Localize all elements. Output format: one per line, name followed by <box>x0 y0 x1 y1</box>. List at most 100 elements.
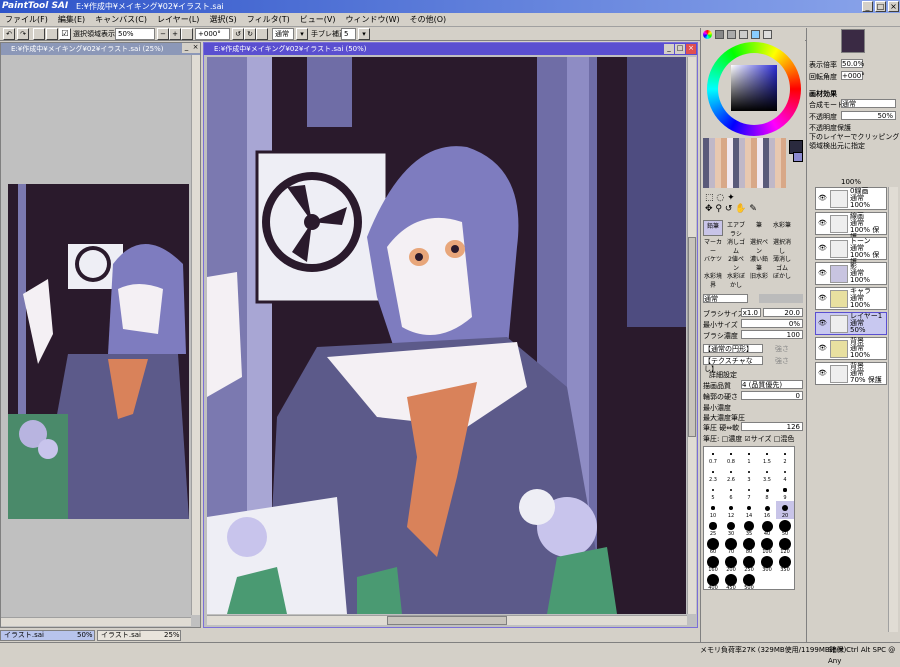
left-minimize-button[interactable]: _ <box>182 43 191 53</box>
layer-folder[interactable]: 👁 キャラ 通常 100% <box>815 287 887 310</box>
brush-size-cell[interactable]: 100 <box>758 537 776 555</box>
zoom-icon[interactable]: ⚲ <box>715 204 722 214</box>
brush-size-cell[interactable]: 350 <box>776 555 794 573</box>
brush-size-cell[interactable]: 20 <box>776 501 794 519</box>
menu-layer[interactable]: レイヤー(L) <box>152 13 204 27</box>
brush-size-cell[interactable]: 60 <box>704 537 722 555</box>
main-maximize-button[interactable]: □ <box>675 44 685 54</box>
layer-item[interactable]: 👁線画通常100% 保護 <box>815 212 887 241</box>
brush-size-cell[interactable]: 12 <box>722 501 740 519</box>
magic-wand-icon[interactable]: ✦ <box>727 193 735 203</box>
tool-airbrush[interactable]: エアブラシ <box>726 220 746 238</box>
doc-tab-active[interactable]: イラスト.sai 50% <box>0 630 95 641</box>
zoom-out-icon[interactable]: − <box>157 28 169 40</box>
zoom-in-icon[interactable]: + <box>169 28 181 40</box>
brush-size-cell[interactable]: 7 <box>740 483 758 501</box>
blend-mode-select[interactable]: 通常 <box>272 28 294 40</box>
menu-other[interactable]: その他(O) <box>405 13 452 27</box>
selection-checkbox[interactable]: ☑ <box>59 28 71 40</box>
tool-select-eraser[interactable]: 選択消し <box>772 237 792 255</box>
hand-icon[interactable]: ✋ <box>735 204 746 214</box>
main-vertical-scrollbar[interactable] <box>687 57 696 614</box>
brush-size-cell[interactable]: 2.6 <box>722 465 740 483</box>
menu-select[interactable]: 選択(S) <box>204 13 241 27</box>
eye-icon[interactable]: 👁 <box>818 369 828 377</box>
rect-select-icon[interactable]: ⬚ <box>705 193 714 203</box>
brush-size-cell[interactable]: 35 <box>740 519 758 537</box>
stabilizer-field[interactable]: 5 <box>341 28 356 40</box>
menu-view[interactable]: ビュー(V) <box>295 13 341 27</box>
min-size-field[interactable]: 0% <box>741 319 803 328</box>
layer-item[interactable]: 👁 0線画 通常 100% <box>815 187 887 210</box>
tool-select-pen[interactable]: 選択ペン <box>749 237 769 255</box>
main-canvas[interactable] <box>207 57 686 614</box>
color-wheel-tab-icon[interactable] <box>703 30 712 39</box>
hsv-tab-icon[interactable] <box>727 30 736 39</box>
brush-size-cell[interactable]: 500 <box>740 573 758 591</box>
effect-label[interactable]: 画材効果 <box>809 89 837 99</box>
rotate-right-icon[interactable]: ↻ <box>244 28 256 40</box>
deselect-icon[interactable] <box>33 28 45 40</box>
tool-blur[interactable]: ぼかし <box>772 271 792 287</box>
tool-watercolor-edge[interactable]: 水彩境界 <box>703 271 723 289</box>
eye-icon[interactable]: 👁 <box>818 194 828 202</box>
layer-folder[interactable]: 👁 背景 通常 100% <box>815 337 887 360</box>
minimize-button[interactable]: _ <box>862 1 873 12</box>
tool-old-watercolor[interactable]: 旧水彩 <box>749 271 769 287</box>
brush-size-grid[interactable]: 0.7 0.8 1 1.5 2 2.3 2.6 3 3.5 4 5 6 7 8 9 10 12 14 16 20 25 3… <box>703 446 795 591</box>
brush-mode-select[interactable]: 通常 <box>703 294 748 303</box>
eye-icon[interactable]: 👁 <box>818 319 828 327</box>
close-button[interactable]: × <box>888 1 899 12</box>
layer-item[interactable]: 👁 背景 通常 70% 保護 <box>815 362 887 385</box>
brush-size-cell[interactable]: 25 <box>704 519 722 537</box>
brush-size-cell[interactable]: 70 <box>722 537 740 555</box>
palette-tab-icon[interactable] <box>739 30 748 39</box>
tool-watercolor-blur[interactable]: 水彩ぼかし <box>726 271 746 289</box>
brush-size-cell[interactable]: 0.8 <box>722 447 740 465</box>
brush-size-cell[interactable]: 160 <box>704 555 722 573</box>
chevron-down-icon[interactable]: ▾ <box>296 28 308 40</box>
doc-tab[interactable]: イラスト.sai 25% <box>97 630 181 641</box>
brush-size-cell[interactable]: 30 <box>722 519 740 537</box>
brush-shape-select[interactable]: 【通常の円形】 <box>703 344 763 353</box>
zoom-field[interactable]: 50% <box>115 28 155 40</box>
brush-size-cell[interactable]: 9 <box>776 483 794 501</box>
brush-size-cell[interactable]: 2 <box>776 447 794 465</box>
left-close-button[interactable]: × <box>191 43 200 53</box>
brush-size-cell[interactable]: 14 <box>740 501 758 519</box>
brush-size-cell[interactable]: 400 <box>704 573 722 591</box>
main-close-button[interactable]: × <box>686 44 696 54</box>
brush-size-cell[interactable]: 3.5 <box>758 465 776 483</box>
background-color[interactable] <box>793 152 803 162</box>
brush-size-cell[interactable]: 5 <box>704 483 722 501</box>
texture-select[interactable]: 【テクスチャなし】 <box>703 356 763 373</box>
eye-icon[interactable]: 👁 <box>818 294 828 302</box>
eye-icon[interactable]: 👁 <box>818 219 828 227</box>
main-hscroll-thumb[interactable] <box>387 616 507 625</box>
main-vscroll-thumb[interactable] <box>688 237 696 437</box>
rotate-left-icon[interactable]: ↺ <box>232 28 244 40</box>
brush-size-cell[interactable]: 450 <box>722 573 740 591</box>
quality-select[interactable]: 4 (品質優先) <box>741 380 803 389</box>
blend-mode-select[interactable]: 通常 <box>841 99 896 108</box>
brush-size-cell[interactable]: 40 <box>758 519 776 537</box>
brush-size-cell[interactable]: 200 <box>722 555 740 573</box>
brush-size-cell[interactable]: 4 <box>776 465 794 483</box>
invert-selection-icon[interactable] <box>46 28 58 40</box>
brush-size-field[interactable]: 20.0 <box>763 308 803 317</box>
brush-size-cell[interactable]: 80 <box>740 537 758 555</box>
eye-icon[interactable]: 👁 <box>818 244 828 252</box>
menu-filter[interactable]: フィルタ(T) <box>242 13 295 27</box>
main-horizontal-scrollbar[interactable] <box>207 615 687 625</box>
tool-dark-pencil[interactable]: 濃い鉛筆 <box>749 254 769 272</box>
brush-size-cell[interactable]: 300 <box>758 555 776 573</box>
brush-size-cell[interactable]: 16 <box>758 501 776 519</box>
layer-item[interactable]: 👁 影通常 100% <box>815 262 887 285</box>
tool-pencil[interactable]: 鉛筆 <box>703 220 723 236</box>
left-vertical-scrollbar[interactable] <box>191 55 200 615</box>
tool-watercolor[interactable]: 水彩筆 <box>772 220 792 236</box>
tool-brush[interactable]: 筆 <box>749 220 769 236</box>
pressure-field[interactable]: 126 <box>741 422 803 431</box>
edge-hardness-field[interactable]: 0 <box>741 391 803 400</box>
layer-item-selected[interactable]: 👁 レイヤー1 通常 50% <box>815 312 887 335</box>
